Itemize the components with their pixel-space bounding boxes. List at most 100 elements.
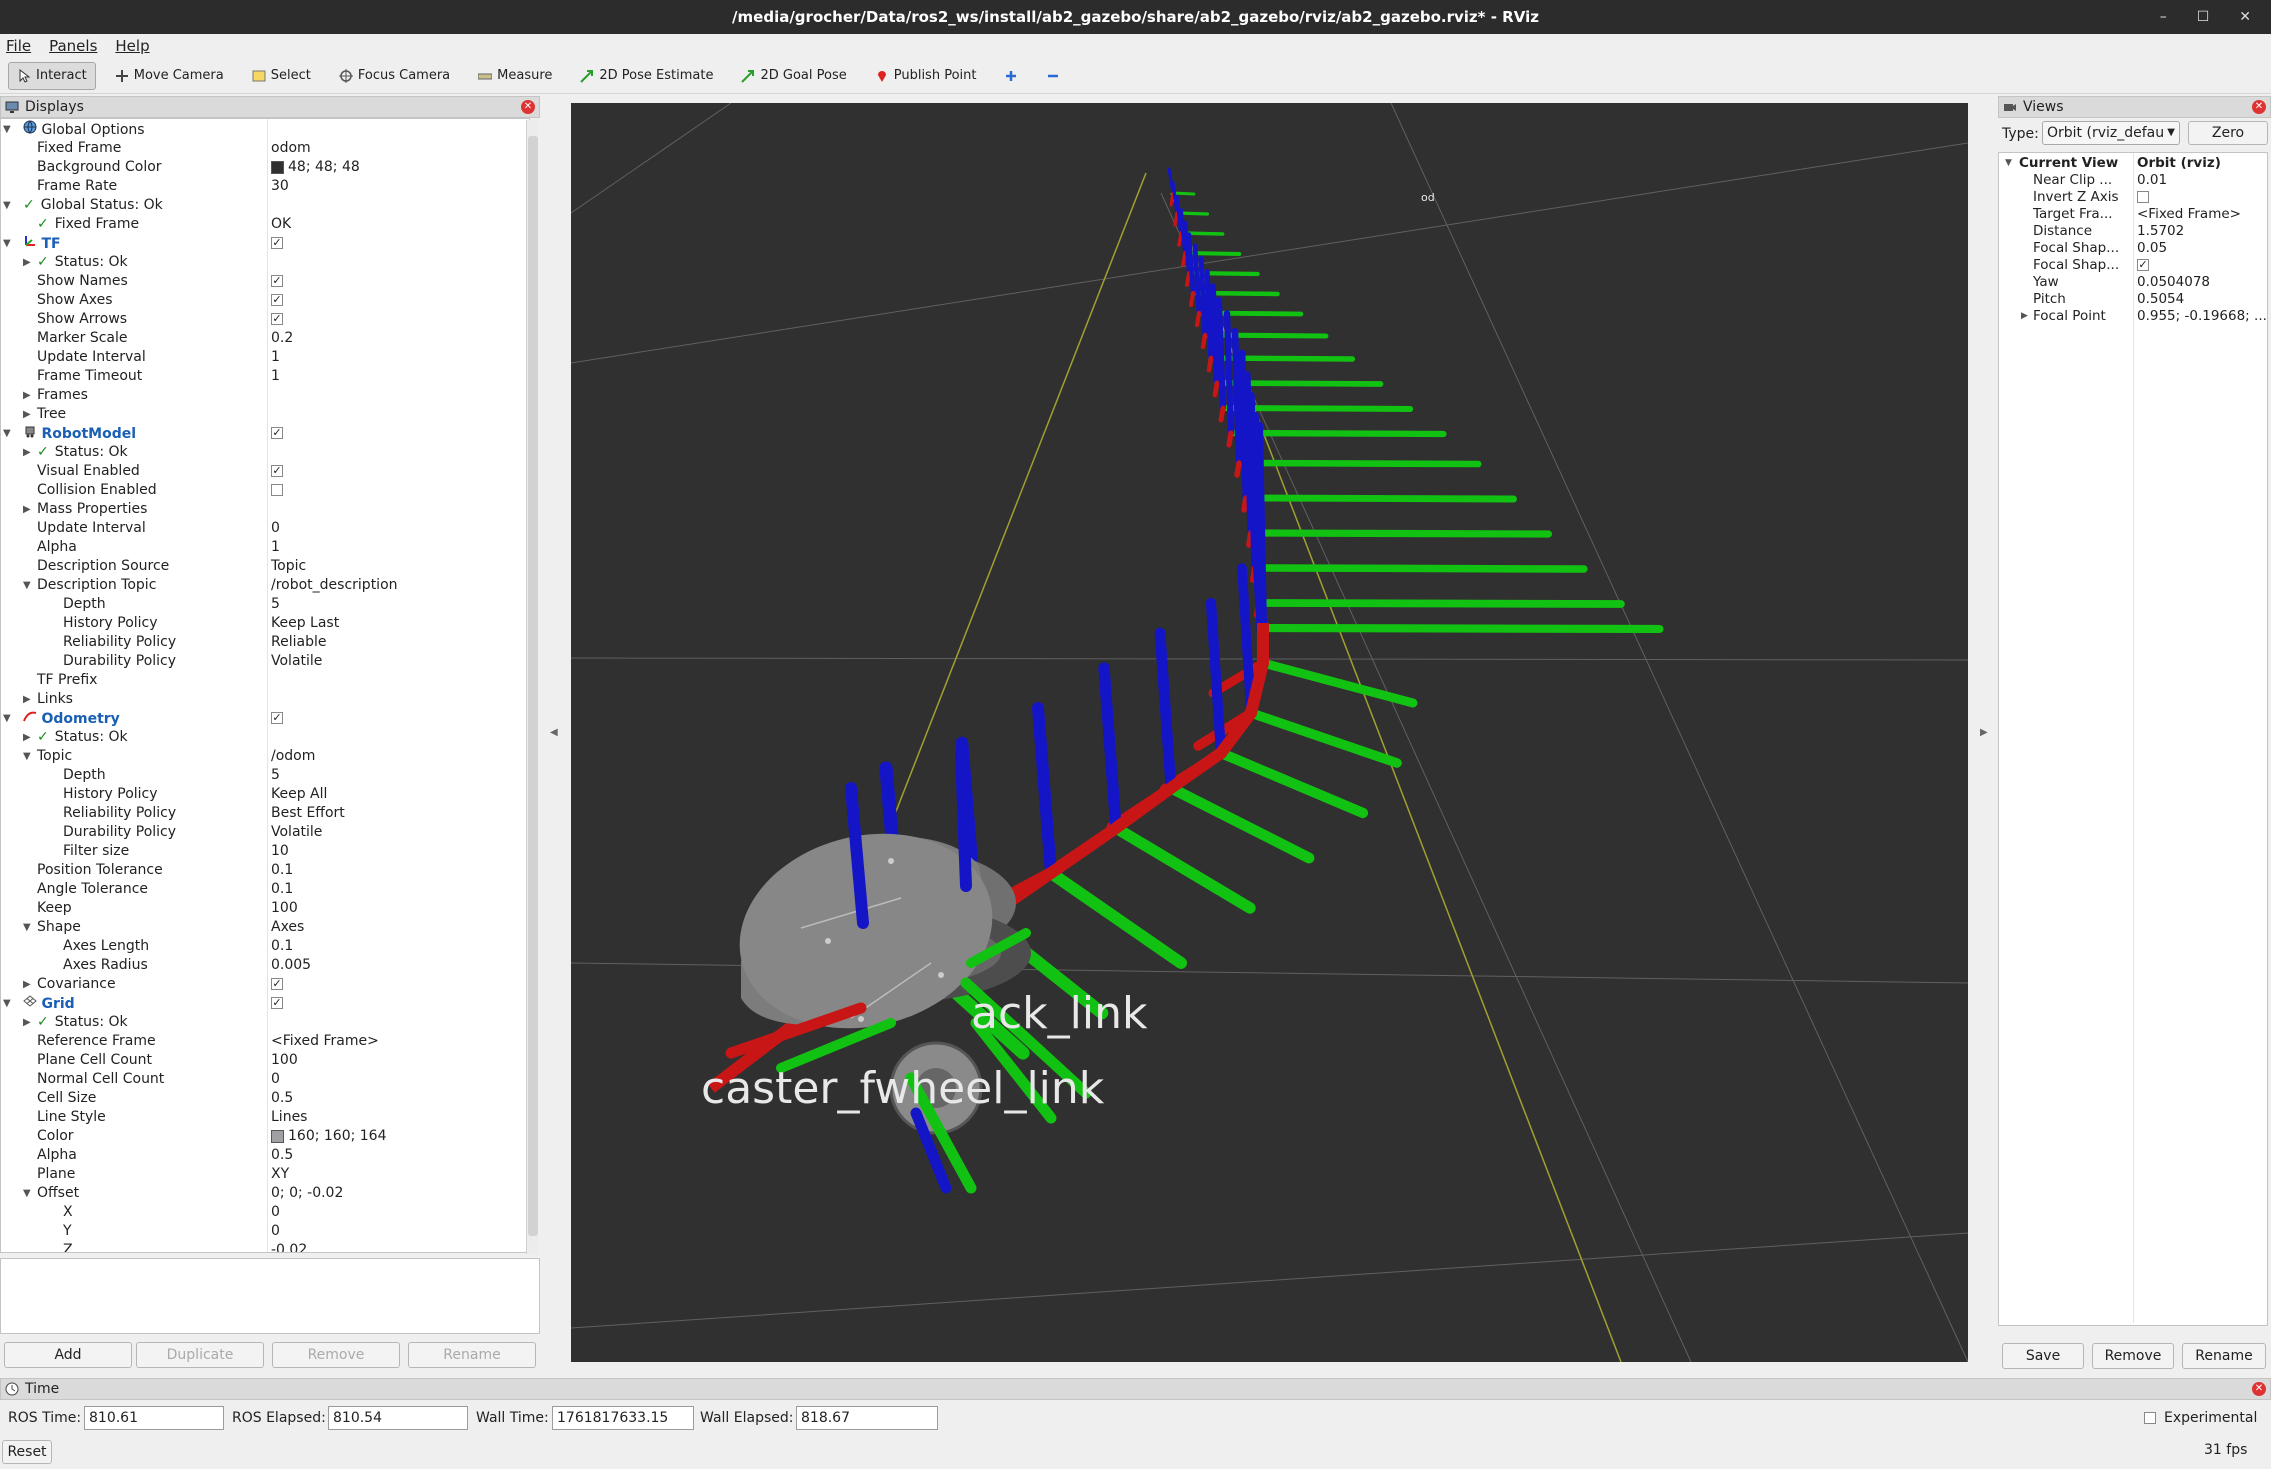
zero-view-button[interactable]: Zero [2188,121,2268,145]
display-property-value[interactable]: Lines [271,1108,307,1127]
measure-tool-button[interactable]: Measure [469,62,561,90]
view-property-value[interactable] [2137,189,2149,206]
move-camera-tool-button[interactable]: Move Camera [106,62,233,90]
display-row[interactable]: Depth 5 [1,595,529,614]
display-property-value[interactable]: 48; 48; 48 [271,158,360,177]
view-property-value[interactable]: 0.955; -0.19668; ... [2137,308,2267,325]
checkbox[interactable]: ✓ [271,313,283,325]
display-row[interactable]: Durability Policy Volatile [1,652,529,671]
display-property-value[interactable]: 160; 160; 164 [271,1127,387,1146]
display-row[interactable]: Color 160; 160; 164 [1,1127,529,1146]
expand-arrow-icon[interactable]: ▼ [23,918,31,937]
collapse-arrow-icon[interactable]: ▶ [23,386,31,405]
collapse-arrow-icon[interactable]: ▶ [23,500,31,519]
display-row[interactable]: Z -0.02 [1,1241,529,1252]
display-property-value[interactable]: ✓ [271,424,283,443]
scene-canvas[interactable]: caster_fwheel_link ack_link od [571,103,1968,1362]
display-row[interactable]: ▶ Mass Properties [1,500,529,519]
display-row[interactable]: Plane XY [1,1165,529,1184]
collapse-arrow-icon[interactable]: ▶ [23,975,31,994]
display-row[interactable]: ✓ Fixed Frame OK [1,215,529,234]
display-row[interactable]: Frame Rate 30 [1,177,529,196]
display-row[interactable]: ▶ ✓ Status: Ok [1,253,529,272]
display-row[interactable]: TF Prefix [1,671,529,690]
render-viewport[interactable]: caster_fwheel_link ack_link od [571,103,1968,1362]
display-property-value[interactable]: 100 [271,1051,298,1070]
display-row[interactable]: Marker Scale 0.2 [1,329,529,348]
display-row[interactable]: ▶ Tree [1,405,529,424]
collapse-arrow-icon[interactable]: ▶ [23,1013,31,1032]
display-property-value[interactable]: 0.5 [271,1089,293,1108]
display-row[interactable]: Update Interval 1 [1,348,529,367]
remove-view-button[interactable]: Remove [2092,1343,2174,1369]
add-tool-button[interactable] [995,62,1027,90]
left-splitter-arrow-icon[interactable]: ◀ [550,727,558,738]
display-row[interactable]: Axes Radius 0.005 [1,956,529,975]
display-property-value[interactable]: ✓ [271,310,283,329]
view-property-value[interactable]: <Fixed Frame> [2137,206,2241,223]
display-row[interactable]: Depth 5 [1,766,529,785]
display-row[interactable]: Filter size 10 [1,842,529,861]
display-property-value[interactable]: ✓ [271,709,283,728]
view-property-value[interactable]: 0.05 [2137,240,2167,257]
collapse-arrow-icon[interactable]: ▶ [23,443,31,462]
view-property-value[interactable]: 0.0504078 [2137,274,2210,291]
display-row[interactable]: ▶ Covariance ✓ [1,975,529,994]
display-property-value[interactable]: 0.1 [271,880,293,899]
display-property-value[interactable]: ✓ [271,291,283,310]
display-property-value[interactable]: 0 [271,519,280,538]
displays-scrollbar-thumb[interactable] [528,136,538,1236]
collapse-arrow-icon[interactable]: ▶ [23,253,31,272]
display-property-value[interactable]: Keep All [271,785,327,804]
view-type-select[interactable]: Orbit (rviz_defau ▼ [2042,121,2180,145]
wall-time-field[interactable]: 1761817633.15 [552,1406,694,1430]
display-row[interactable]: X0 [1,1203,529,1222]
display-row[interactable]: Alpha 0.5 [1,1146,529,1165]
display-property-value[interactable]: 0.1 [271,861,293,880]
collapse-arrow-icon[interactable]: ▶ [2021,308,2028,325]
display-property-value[interactable]: odom [271,139,311,158]
display-property-value[interactable]: Topic [271,557,306,576]
display-row[interactable]: Alpha 1 [1,538,529,557]
display-property-value[interactable]: /odom [271,747,315,766]
duplicate-display-button[interactable]: Duplicate [136,1342,264,1368]
display-property-value[interactable]: 0 [271,1222,280,1241]
display-property-value[interactable]: 30 [271,177,289,196]
display-property-value[interactable]: 0 [271,1203,280,1222]
display-row[interactable]: History Policy Keep Last [1,614,529,633]
display-property-value[interactable]: Reliable [271,633,326,652]
ros-time-field[interactable]: 810.61 [84,1406,224,1430]
rename-view-button[interactable]: Rename [2182,1343,2266,1369]
display-row[interactable]: ▼ RobotModel ✓ [1,424,529,443]
expand-arrow-icon[interactable]: ▼ [3,709,11,728]
display-property-value[interactable]: 0.005 [271,956,311,975]
checkbox[interactable]: ✓ [271,712,283,724]
display-row[interactable]: Show Arrows ✓ [1,310,529,329]
display-row[interactable]: ▼ Shape Axes [1,918,529,937]
display-property-value[interactable]: 10 [271,842,289,861]
display-property-value[interactable]: /robot_description [271,576,398,595]
display-property-value[interactable]: 1 [271,367,280,386]
close-time-icon[interactable]: ✕ [2252,1382,2266,1396]
expand-arrow-icon[interactable]: ▼ [3,424,11,443]
focus-camera-tool-button[interactable]: Focus Camera [330,62,459,90]
display-row[interactable]: Update Interval 0 [1,519,529,538]
expand-arrow-icon[interactable]: ▼ [2005,155,2012,172]
display-property-value[interactable]: 0 [271,1070,280,1089]
menu-help[interactable]: Help [115,37,149,55]
display-property-value[interactable]: 5 [271,766,280,785]
display-row[interactable]: Position Tolerance 0.1 [1,861,529,880]
display-row[interactable]: Fixed Frame odom [1,139,529,158]
display-row[interactable]: ▼ Description Topic/robot_description [1,576,529,595]
view-property-value[interactable]: 0.5054 [2137,291,2184,308]
rename-display-button[interactable]: Rename [408,1342,536,1368]
expand-arrow-icon[interactable]: ▼ [3,196,11,215]
display-row[interactable]: Y0 [1,1222,529,1241]
display-property-value[interactable]: ✓ [271,994,283,1013]
display-property-value[interactable]: Volatile [271,823,322,842]
display-row[interactable]: Show Axes ✓ [1,291,529,310]
save-view-button[interactable]: Save [2002,1343,2084,1369]
display-row[interactable]: Visual Enabled ✓ [1,462,529,481]
display-row[interactable]: Description Source Topic [1,557,529,576]
menu-panels[interactable]: Panels [49,37,97,55]
